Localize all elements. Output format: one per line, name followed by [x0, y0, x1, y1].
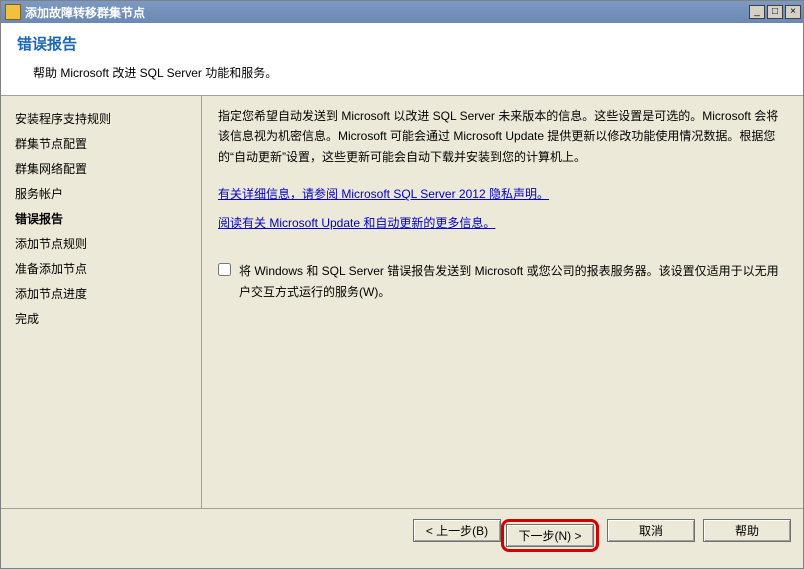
back-button[interactable]: < 上一步(B) [413, 519, 501, 542]
app-icon [5, 4, 21, 20]
sidebar-item-ready-add-node[interactable]: 准备添加节点 [13, 256, 189, 281]
cancel-button[interactable]: 取消 [607, 519, 695, 542]
installer-window: 添加故障转移群集节点 _ □ × 错误报告 帮助 Microsoft 改进 SQ… [0, 0, 804, 569]
send-error-reports-checkbox[interactable] [218, 263, 231, 276]
nav-button-group: < 上一步(B) 下一步(N) > [413, 519, 599, 552]
minimize-button[interactable]: _ [749, 5, 765, 19]
content-panel: 指定您希望自动发送到 Microsoft 以改进 SQL Server 未来版本… [202, 96, 803, 508]
sidebar-item-cluster-network-config[interactable]: 群集网络配置 [13, 156, 189, 181]
step-sidebar: 安装程序支持规则 群集节点配置 群集网络配置 服务帐户 错误报告 添加节点规则 … [1, 96, 201, 508]
next-button-highlight: 下一步(N) > [501, 519, 599, 552]
page-heading: 错误报告 [17, 33, 787, 54]
page-subtitle: 帮助 Microsoft 改进 SQL Server 功能和服务。 [33, 64, 787, 81]
sidebar-item-service-accounts[interactable]: 服务帐户 [13, 181, 189, 206]
send-error-reports-label: 将 Windows 和 SQL Server 错误报告发送到 Microsoft… [239, 261, 787, 302]
sidebar-item-add-node-progress[interactable]: 添加节点进度 [13, 281, 189, 306]
sidebar-item-install-rules[interactable]: 安装程序支持规则 [13, 106, 189, 131]
window-title: 添加故障转移群集节点 [25, 4, 749, 21]
sidebar-item-complete[interactable]: 完成 [13, 306, 189, 331]
help-button[interactable]: 帮助 [703, 519, 791, 542]
next-button[interactable]: 下一步(N) > [506, 524, 594, 547]
body-area: 安装程序支持规则 群集节点配置 群集网络配置 服务帐户 错误报告 添加节点规则 … [1, 96, 803, 508]
privacy-statement-link[interactable]: 有关详细信息，请参阅 Microsoft SQL Server 2012 隐私声… [218, 185, 549, 202]
sidebar-item-cluster-node-config[interactable]: 群集节点配置 [13, 131, 189, 156]
error-report-checkbox-row: 将 Windows 和 SQL Server 错误报告发送到 Microsoft… [218, 261, 787, 302]
microsoft-update-link[interactable]: 阅读有关 Microsoft Update 和自动更新的更多信息。 [218, 214, 495, 231]
close-button[interactable]: × [785, 5, 801, 19]
title-bar: 添加故障转移群集节点 _ □ × [1, 1, 803, 23]
window-controls: _ □ × [749, 5, 801, 19]
page-header: 错误报告 帮助 Microsoft 改进 SQL Server 功能和服务。 [1, 23, 803, 96]
wizard-footer: < 上一步(B) 下一步(N) > 取消 帮助 [1, 508, 803, 568]
description-text: 指定您希望自动发送到 Microsoft 以改进 SQL Server 未来版本… [218, 106, 787, 167]
maximize-button[interactable]: □ [767, 5, 783, 19]
sidebar-item-add-node-rules[interactable]: 添加节点规则 [13, 231, 189, 256]
sidebar-item-error-reporting[interactable]: 错误报告 [13, 206, 189, 231]
